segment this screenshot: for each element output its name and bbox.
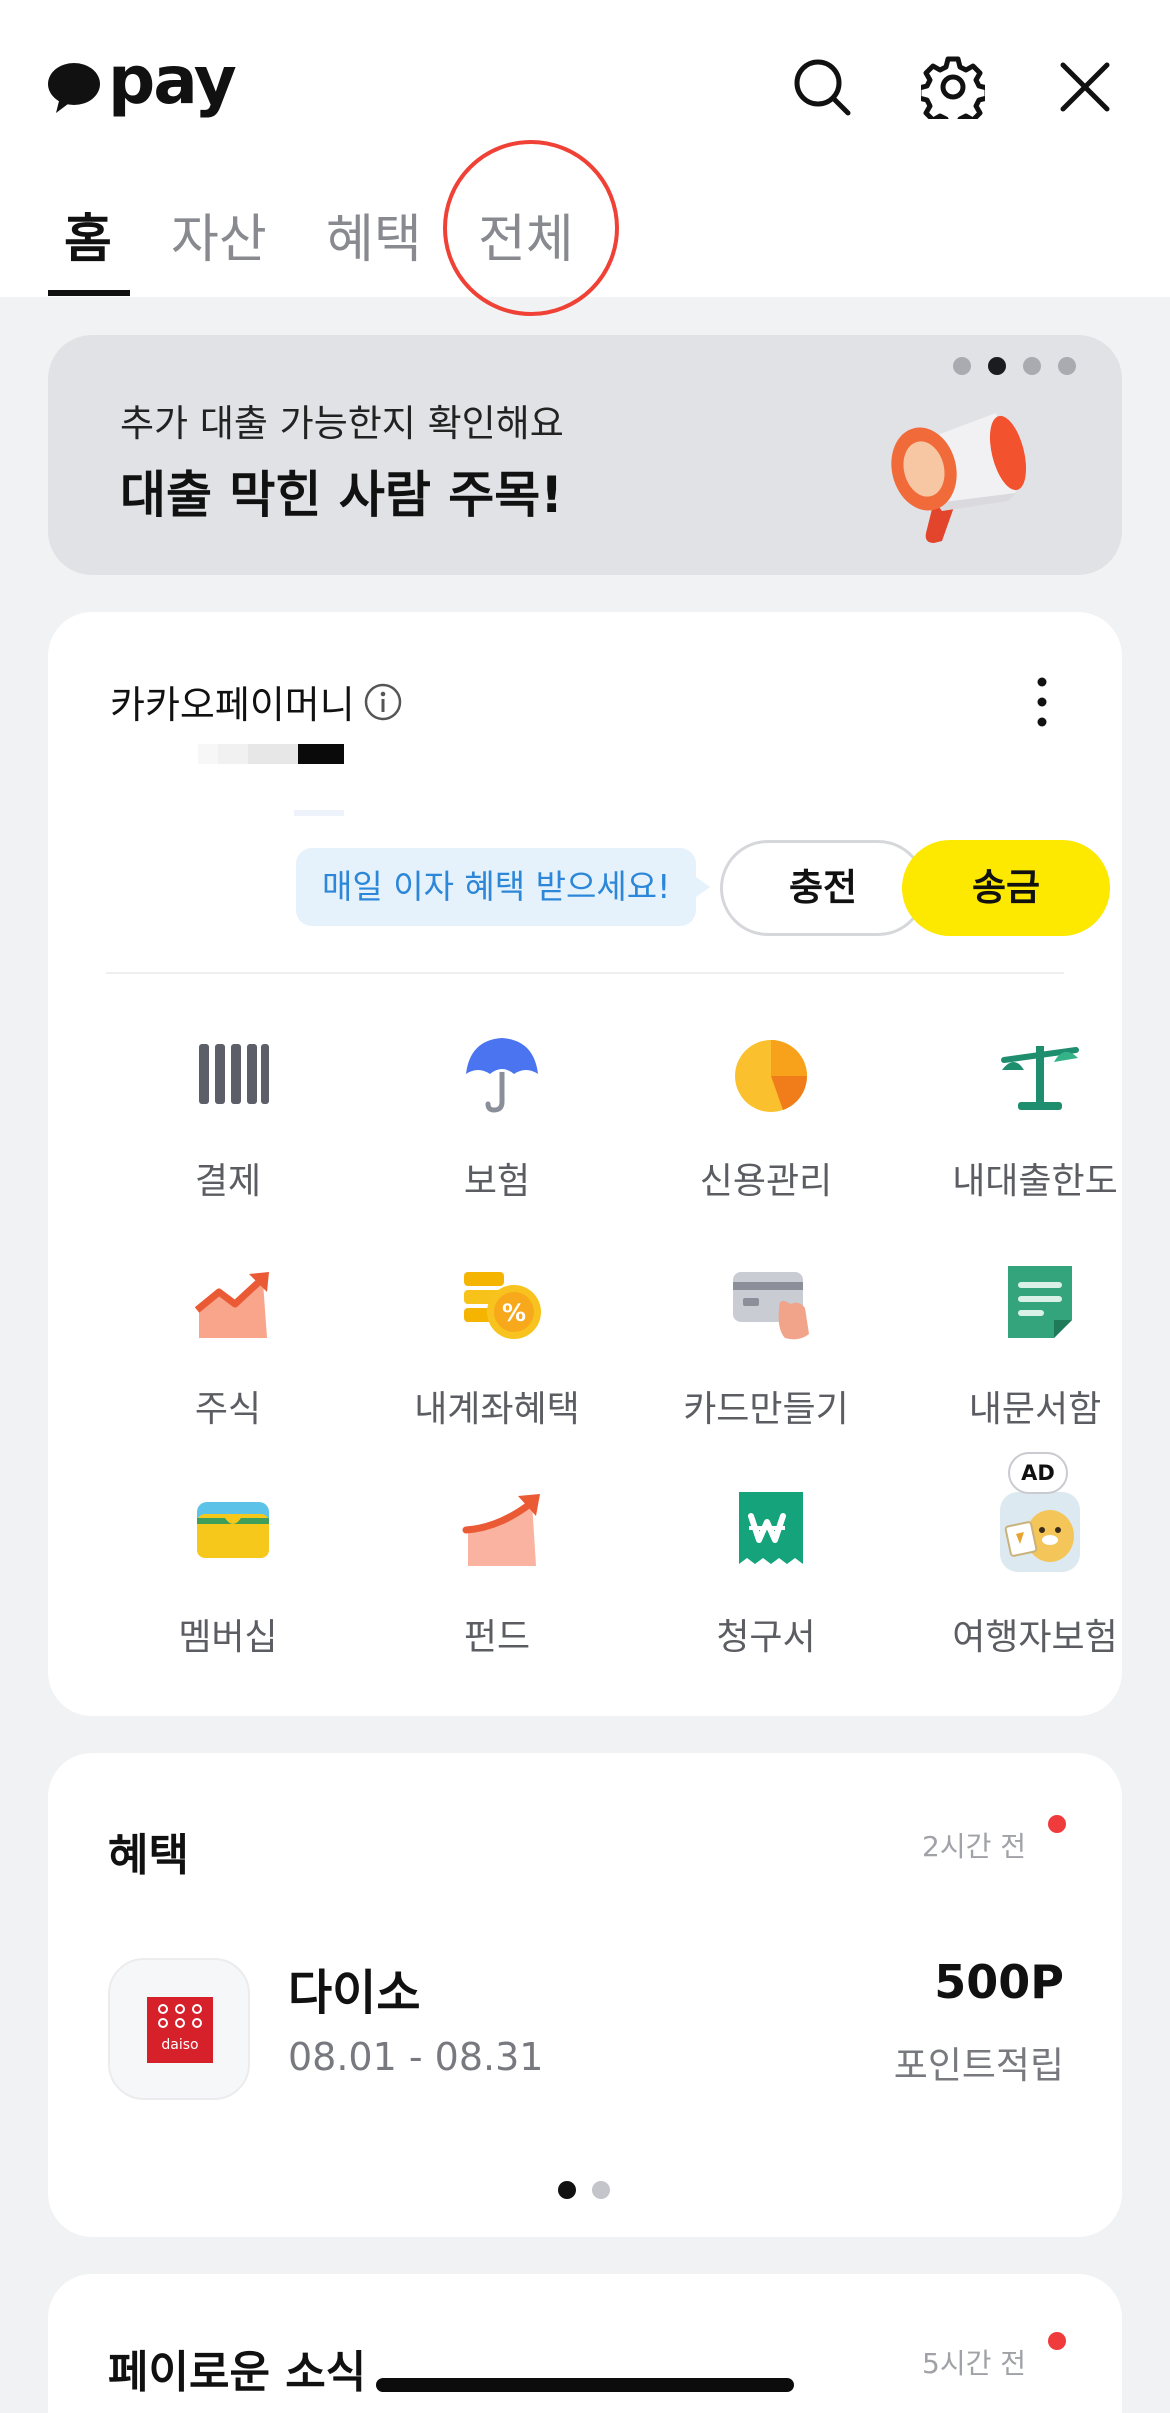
new-badge-dot [1048, 2332, 1066, 2350]
home-indicator[interactable] [376, 2378, 794, 2392]
divider [106, 972, 1064, 974]
stock-chart-icon [194, 1272, 269, 1338]
service-label: 결제 [194, 1161, 262, 1202]
banner-page-dot [953, 357, 971, 375]
tab-all-highlight-circle [443, 140, 619, 316]
pay-money-title[interactable]: 카카오페이머니 [110, 674, 403, 729]
promo-banner[interactable]: 추가 대출 가능한지 확인해요 대출 막힌 사람 주목! [48, 335, 1122, 575]
pay-money-card: 카카오페이머니 매일 이자 혜택 받으세요! 충전 송금 결제 보험 신용관리 … [48, 612, 1122, 1716]
coins-percent-icon: % [464, 1272, 541, 1339]
tab-benefit[interactable]: 혜택 [326, 200, 422, 280]
service-label: 내대출한도 [952, 1161, 1118, 1202]
point-value: 500P [934, 1955, 1064, 2009]
charge-button[interactable]: 충전 [720, 840, 926, 936]
umbrella-icon [466, 1038, 538, 1113]
interest-tooltip[interactable]: 매일 이자 혜택 받으세요! [296, 848, 711, 926]
daiso-logo: daiso [108, 1958, 250, 2100]
news-card[interactable]: 페이로운 소식 5시간 전 [48, 2274, 1122, 2413]
scale-icon [1001, 1046, 1079, 1110]
banner-title: 대출 막힌 사람 주목! [120, 466, 564, 524]
service-payment[interactable]: 결제 [94, 1002, 362, 1202]
bill-won-icon [739, 1492, 803, 1564]
benefit-title: 혜택 [108, 1830, 189, 1881]
service-label: 주식 [194, 1389, 262, 1430]
service-credit[interactable]: 신용관리 [632, 1002, 900, 1202]
service-label: 내계좌혜택 [414, 1389, 580, 1430]
active-tab-indicator [48, 290, 130, 296]
kakaopay-logo: pay [46, 48, 237, 122]
service-bill[interactable]: 청구서 [632, 1458, 900, 1658]
tab-home[interactable]: 홈 [64, 200, 112, 280]
banner-subtitle: 추가 대출 가능한지 확인해요 [120, 402, 564, 445]
banner-page-dot [1023, 357, 1041, 375]
service-label: 펀드 [463, 1617, 531, 1658]
service-account-benefit[interactable]: % 내계좌혜택 [363, 1230, 631, 1430]
service-card-apply[interactable]: 카드만들기 [632, 1230, 900, 1430]
benefit-time: 2시간 전 [922, 1830, 1026, 1863]
banner-page-dot-active [988, 357, 1006, 375]
banner-pagination [953, 357, 1076, 375]
news-time: 5시간 전 [922, 2347, 1026, 2380]
credit-gauge-icon [735, 1040, 808, 1112]
balance-masked [198, 744, 344, 764]
service-stock[interactable]: 주식 [94, 1230, 362, 1430]
svg-text:%: % [502, 1299, 526, 1327]
service-label: 멤버십 [178, 1617, 278, 1658]
barcode-icon [199, 1044, 269, 1104]
service-label: 신용관리 [699, 1161, 833, 1202]
service-fund[interactable]: 펀드 [363, 1458, 631, 1658]
service-documents[interactable]: 내문서함 [901, 1230, 1169, 1430]
ad-badge: AD [1008, 1452, 1068, 1494]
tab-asset[interactable]: 자산 [171, 200, 267, 280]
benefit-pagination [558, 2181, 610, 2199]
service-insurance[interactable]: 보험 [363, 1002, 631, 1202]
fund-growth-icon [462, 1494, 540, 1566]
gear-icon[interactable] [918, 52, 988, 122]
service-label: 여행자보험 [952, 1617, 1118, 1658]
benefit-period: 08.01 - 08.31 [288, 2035, 544, 2079]
service-loan-limit[interactable]: 내대출한도 [901, 1002, 1169, 1202]
traveler-character-icon [1000, 1492, 1080, 1572]
benefit-card: 혜택 2시간 전 daiso 다이소 08.01 - 08.31 500P 포인… [48, 1753, 1122, 2237]
point-description: 포인트적립 [893, 2044, 1064, 2087]
service-membership[interactable]: 멤버십 [94, 1458, 362, 1658]
shop-name: 다이소 [288, 1965, 421, 2021]
benefit-page-dot-active [558, 2181, 576, 2199]
close-icon[interactable] [1050, 52, 1120, 122]
send-button[interactable]: 송금 [902, 840, 1110, 936]
search-icon[interactable] [787, 52, 857, 122]
service-label: 카드만들기 [683, 1389, 849, 1430]
new-badge-dot [1048, 1815, 1066, 1833]
daiso-logo-text: daiso [161, 2037, 198, 2053]
info-icon[interactable] [363, 682, 403, 722]
document-icon [1008, 1266, 1072, 1338]
megaphone-icon [891, 413, 1027, 543]
service-label: 보험 [463, 1161, 531, 1202]
more-options-icon[interactable] [1032, 672, 1052, 732]
balance-masked-line [294, 810, 344, 816]
wallet-icon [197, 1502, 269, 1558]
news-title: 페이로운 소식 [108, 2347, 367, 2398]
logo-text: pay [108, 42, 237, 119]
benefit-page-dot [592, 2181, 610, 2199]
daiso-logo-icon: daiso [147, 1997, 213, 2063]
card-hand-icon [733, 1272, 809, 1340]
service-label: 청구서 [716, 1617, 816, 1658]
talk-bubble-icon [48, 63, 100, 113]
service-label: 내문서함 [968, 1389, 1102, 1430]
pay-money-label: 카카오페이머니 [110, 683, 355, 727]
banner-page-dot [1058, 357, 1076, 375]
top-header: pay 홈 자산 혜택 전체 [0, 0, 1170, 316]
